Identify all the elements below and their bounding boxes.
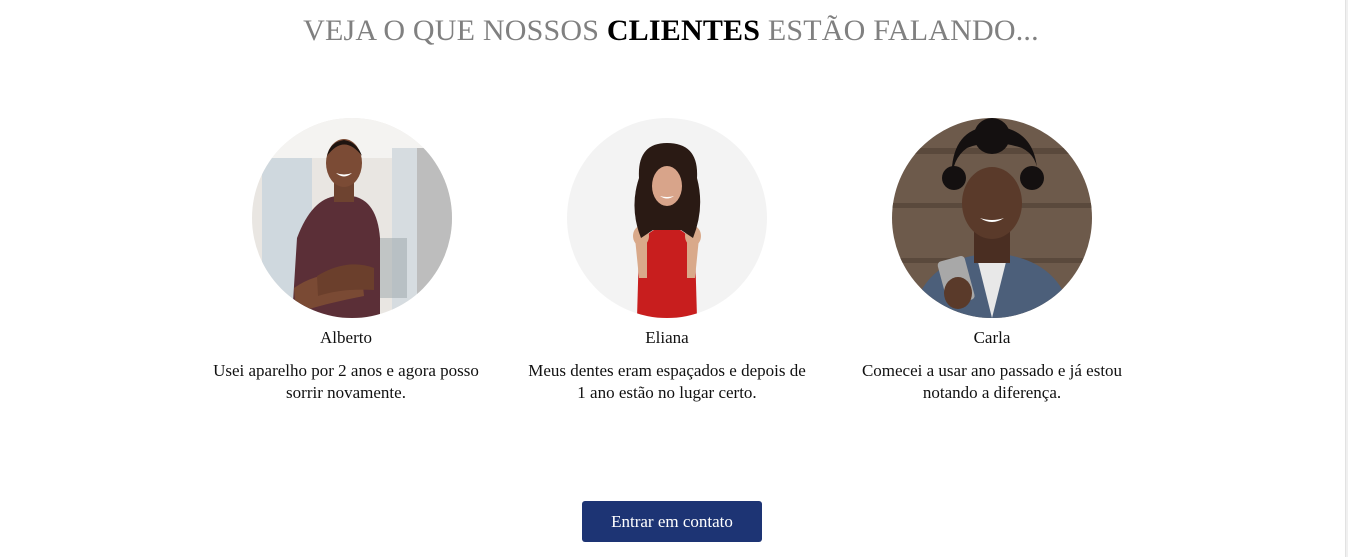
heading-prefix: VEJA O QUE NOSSOS [303, 14, 600, 47]
avatar-eliana [567, 118, 767, 318]
testimonial-card-carla: Carla Comecei a usar ano passado e já es… [852, 118, 1132, 404]
testimonial-name: Alberto [320, 328, 372, 347]
testimonial-name: Eliana [645, 328, 689, 347]
testimonial-card-eliana: Eliana Meus dentes eram espaçados e depo… [527, 118, 807, 404]
section-heading: VEJA O QUE NOSSOS CLIENTES ESTÃO FALANDO… [0, 13, 1342, 49]
testimonial-card-alberto: Alberto Usei aparelho por 2 anos e agora… [206, 118, 486, 404]
testimonial-quote: Meus dentes eram espaçados e depois de 1… [528, 361, 806, 402]
heading-suffix: ESTÃO FALANDO... [767, 14, 1039, 47]
avatar-alberto [252, 118, 452, 318]
testimonial-quote: Comecei a usar ano passado e já estou no… [861, 361, 1123, 402]
testimonial-name: Carla [973, 328, 1011, 347]
contact-button[interactable]: Entrar em contato [582, 501, 762, 542]
testimonial-quote: Usei aparelho por 2 anos e agora posso s… [213, 361, 479, 402]
avatar-carla [892, 118, 1092, 318]
heading-highlight: CLIENTES [606, 14, 761, 47]
